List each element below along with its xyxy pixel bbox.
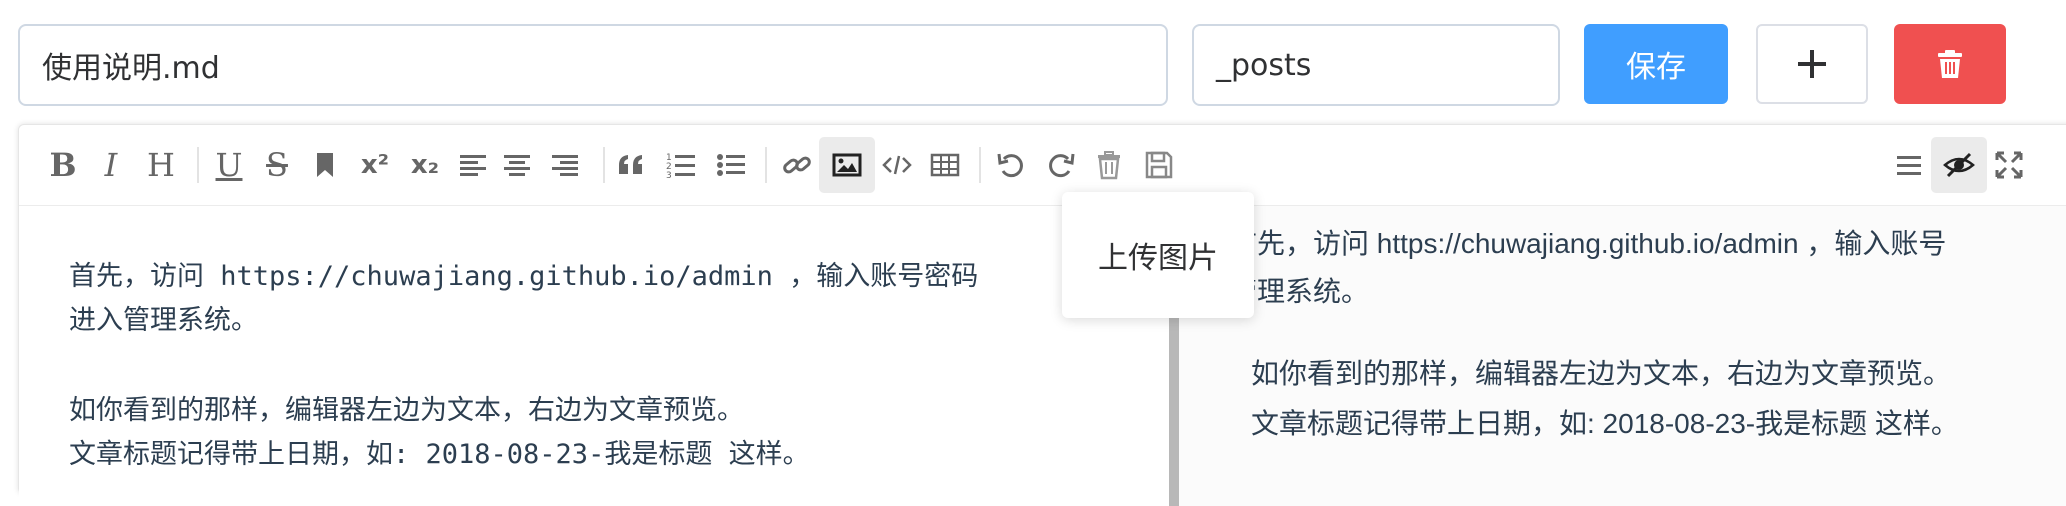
quote-icon: [619, 155, 642, 174]
editor-toolbar: B I H U S x² x₂ 1 2 3: [19, 125, 2066, 206]
navigation-icon: [1897, 156, 1921, 175]
toolbar-separator: [979, 147, 981, 183]
trash-icon: [1098, 151, 1120, 180]
plus-icon: [1798, 50, 1826, 78]
image-button[interactable]: [819, 137, 875, 193]
header-icon: H: [147, 146, 175, 184]
bold-icon: B: [49, 146, 77, 184]
link-button[interactable]: [769, 137, 825, 193]
fullscreen-button[interactable]: [1981, 137, 2037, 193]
directory-input-value: _posts: [1216, 47, 1312, 83]
mark-button[interactable]: [297, 137, 353, 193]
mark-icon: [317, 153, 333, 177]
italic-button[interactable]: I: [83, 137, 139, 193]
trash-icon: [1938, 50, 1962, 78]
undo-button[interactable]: [983, 137, 1039, 193]
title-input[interactable]: 使用说明.md: [18, 24, 1168, 106]
svg-text:3: 3: [666, 171, 672, 181]
save-button[interactable]: 保存: [1584, 24, 1728, 104]
unordered-list-icon: [717, 154, 745, 176]
preview-toggle-icon: [1943, 152, 1975, 178]
clear-button[interactable]: [1081, 137, 1137, 193]
ordered-list-button[interactable]: 123: [653, 137, 709, 193]
source-pane[interactable]: 首先，访问 https://chuwajiang.github.io/admin…: [19, 206, 1171, 506]
delete-button[interactable]: [1894, 24, 2006, 104]
markdown-editor: B I H U S x² x₂ 1 2 3 首先，访问 https://chuw…: [18, 124, 2066, 506]
ordered-list-icon: 123: [666, 153, 695, 181]
save-draft-button[interactable]: [1131, 137, 1187, 193]
underline-icon: U: [215, 146, 243, 184]
save-button-label: 保存: [1626, 50, 1686, 85]
superscript-button[interactable]: x²: [347, 137, 403, 193]
undo-icon: [997, 153, 1023, 178]
source-line: 如你看到的那样，编辑器左边为文本，右边为文章预览。: [69, 395, 744, 426]
align-center-icon: [504, 155, 530, 176]
preview-pane: 首先，访问 https://chuwajiang.github.io/admin…: [1179, 206, 2066, 506]
source-line: 首先，访问 https://chuwajiang.github.io/admin…: [69, 261, 979, 292]
preview-line: 如你看到的那样，编辑器左边为文本，右边为文章预览。: [1251, 358, 1952, 389]
toolbar-separator: [197, 147, 199, 183]
header-button[interactable]: H: [133, 137, 189, 193]
table-icon: [930, 153, 960, 177]
save-icon: [1145, 151, 1173, 179]
image-icon: [832, 153, 862, 177]
superscript-icon: x²: [360, 150, 390, 180]
align-right-icon: [552, 155, 578, 176]
navigation-button[interactable]: [1881, 137, 1937, 193]
align-right-button[interactable]: [537, 137, 593, 193]
source-line: 进入管理系统。: [69, 305, 258, 336]
italic-icon: I: [104, 146, 118, 184]
preview-line: 首先，访问 https://chuwajiang.github.io/admin…: [1229, 228, 1947, 259]
upload-image-tooltip: 上传图片: [1062, 192, 1254, 318]
tooltip-text: 上传图片: [1098, 241, 1218, 276]
unordered-list-button[interactable]: [703, 137, 759, 193]
preview-line: 文章标题记得带上日期，如: 2018-08-23-我是标题 这样。: [1251, 408, 1959, 439]
toolbar-separator: [765, 147, 767, 183]
title-input-value: 使用说明.md: [42, 51, 220, 86]
directory-input[interactable]: _posts: [1192, 24, 1560, 106]
table-button[interactable]: [917, 137, 973, 193]
quote-button[interactable]: [603, 137, 659, 193]
subscript-icon: x₂: [410, 150, 440, 180]
link-icon: [783, 156, 811, 174]
add-button[interactable]: [1756, 24, 1868, 104]
source-line: 文章标题记得带上日期，如: 2018-08-23-我是标题 这样。: [69, 439, 810, 470]
strikethrough-icon: S: [266, 146, 288, 184]
preview-toggle-button[interactable]: [1931, 137, 1987, 193]
redo-icon: [1049, 153, 1075, 178]
fullscreen-icon: [1995, 151, 2023, 179]
code-icon: [882, 155, 912, 175]
top-bar: 使用说明.md _posts 保存: [0, 0, 2066, 120]
align-left-icon: [460, 155, 486, 176]
